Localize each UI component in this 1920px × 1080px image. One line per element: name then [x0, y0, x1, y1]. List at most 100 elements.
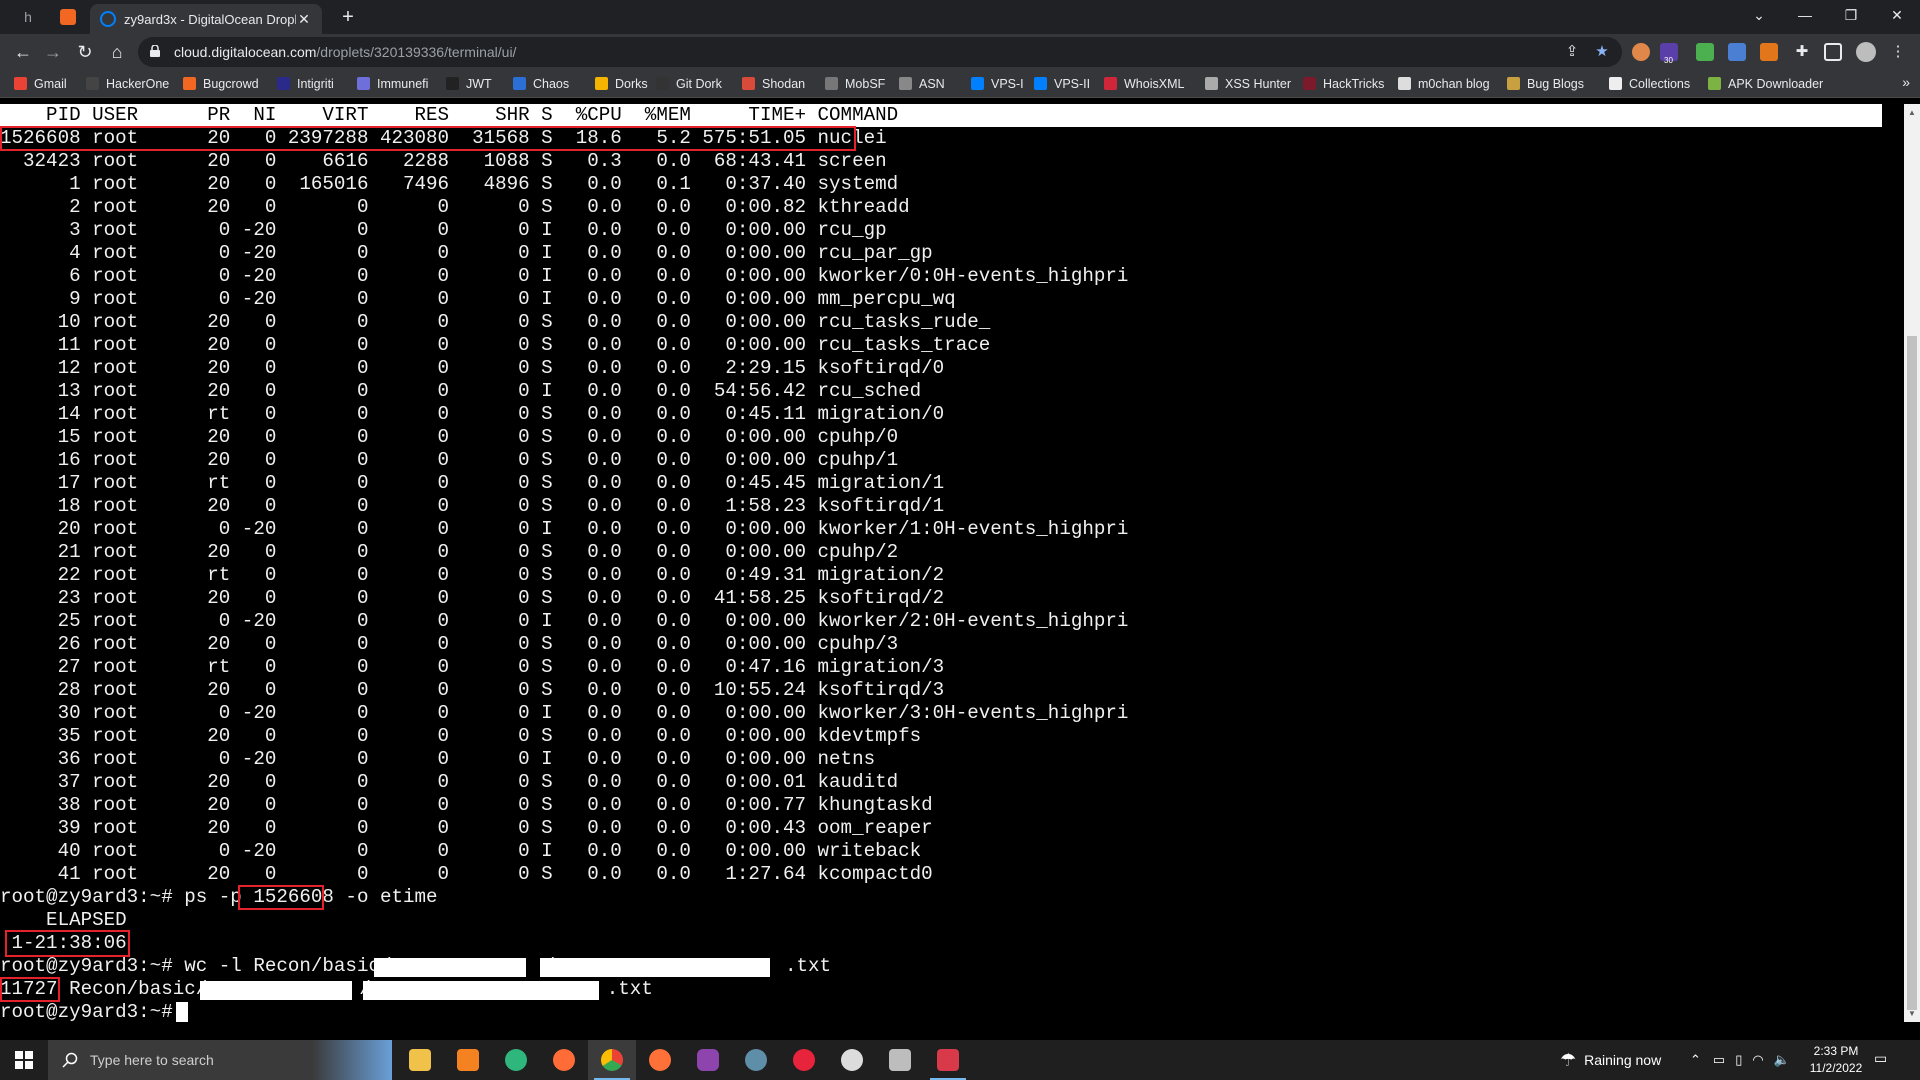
start-button[interactable] — [0, 1040, 48, 1080]
forward-button[interactable]: → — [40, 40, 66, 64]
bookmark-label: WhoisXML — [1124, 76, 1185, 91]
taskbar-chrome[interactable] — [588, 1040, 636, 1080]
bookmark-item[interactable]: Chaos — [513, 70, 569, 97]
new-tab-button[interactable]: + — [336, 6, 360, 30]
send-icon — [505, 1049, 527, 1071]
pinned-tab-bugcrowd[interactable] — [54, 5, 82, 29]
tab-search-button[interactable]: ⌄ — [1736, 0, 1782, 30]
url-host: cloud.digitalocean.com — [174, 44, 317, 60]
menu-kebab-icon[interactable]: ⋮ — [1888, 43, 1908, 61]
terminal[interactable]: PID USER PR NI VIRT RES SHR S %CPU %MEM … — [0, 104, 1904, 1022]
bookmark-label: VPS-I — [991, 76, 1024, 91]
bookmark-icon — [1303, 77, 1316, 90]
bookmark-item[interactable]: VPS-II — [1034, 70, 1090, 97]
bookmark-icon — [446, 77, 459, 90]
taskbar-app-bird[interactable] — [732, 1040, 780, 1080]
taskbar-search[interactable]: Type here to search — [48, 1040, 392, 1080]
minimize-button[interactable]: — — [1782, 0, 1828, 30]
taskbar-app-cube[interactable] — [876, 1040, 924, 1080]
process-row: 4 root 0 -20 0 0 0 I 0.0 0.0 0:00.00 rcu… — [0, 242, 933, 264]
bookmark-item[interactable]: Shodan — [742, 70, 805, 97]
close-tab-icon[interactable]: ✕ — [296, 11, 312, 28]
bookmark-icon — [1104, 77, 1117, 90]
taskbar-app-green[interactable] — [492, 1040, 540, 1080]
bookmark-item[interactable]: Immunefi — [357, 70, 428, 97]
process-row: 36 root 0 -20 0 0 0 I 0.0 0.0 0:00.00 ne… — [0, 748, 876, 770]
weather-widget[interactable]: ☂ Raining now — [1560, 1040, 1661, 1080]
profile-avatar[interactable] — [1856, 42, 1876, 62]
scrollbar-thumb[interactable] — [1907, 336, 1917, 1010]
bookmark-item[interactable]: VPS-I — [971, 70, 1024, 97]
redaction-block — [363, 981, 599, 1000]
bookmark-item[interactable]: Bug Blogs — [1507, 70, 1584, 97]
digitalocean-icon — [100, 11, 116, 27]
clock[interactable]: 2:33 PM 11/2/2022 — [1790, 1043, 1882, 1077]
taskbar-firefox[interactable] — [636, 1040, 684, 1080]
bookmark-item[interactable]: XSS Hunter — [1205, 70, 1291, 97]
terminal-scrollbar[interactable]: ▲ ▼ — [1904, 104, 1920, 1022]
wifi-icon[interactable]: ◠ — [1752, 1052, 1763, 1068]
taskbar-file-explorer[interactable] — [396, 1040, 444, 1080]
network-device-icon[interactable]: ▭ — [1713, 1052, 1725, 1068]
bookmark-item[interactable]: JWT — [446, 70, 492, 97]
taskbar-app-red[interactable] — [780, 1040, 828, 1080]
postman-icon — [553, 1049, 575, 1071]
extension-metamask-icon[interactable] — [1760, 43, 1778, 61]
extension-green-icon[interactable] — [1696, 43, 1714, 61]
bookmark-item[interactable]: Dorks — [595, 70, 648, 97]
side-panel-icon[interactable] — [1824, 43, 1842, 61]
taskbar-app-purple[interactable] — [684, 1040, 732, 1080]
bookmark-item[interactable]: ASN — [899, 70, 945, 97]
bookmark-item[interactable]: HackTricks — [1303, 70, 1384, 97]
notification-icon[interactable]: ▭ — [1874, 1050, 1894, 1070]
scroll-down-icon[interactable]: ▼ — [1908, 1009, 1916, 1018]
bookmarks-overflow-icon[interactable]: » — [1902, 74, 1910, 90]
bookmark-label: Bug Blogs — [1527, 76, 1584, 91]
browser-toolbar: ← → ↻ ⌂ cloud.digitalocean.com/droplets/… — [0, 34, 1920, 70]
back-button[interactable]: ← — [10, 40, 36, 64]
bookmark-label: MobSF — [845, 76, 886, 91]
bookmark-item[interactable]: WhoisXML — [1104, 70, 1184, 97]
address-bar[interactable]: cloud.digitalocean.com/droplets/32013933… — [138, 37, 1622, 67]
bookmark-item[interactable]: HackerOne — [86, 70, 169, 97]
bookmark-item[interactable]: Git Dork — [656, 70, 722, 97]
bookmark-item[interactable]: Bugcrowd — [183, 70, 259, 97]
box-icon — [937, 1049, 959, 1071]
taskbar-app-box[interactable] — [924, 1040, 972, 1080]
reload-button[interactable]: ↻ — [72, 40, 98, 64]
bookmark-item[interactable]: Gmail — [14, 70, 67, 97]
gear-icon — [841, 1049, 863, 1071]
volume-icon[interactable]: 🔈 — [1774, 1052, 1790, 1068]
bookmark-icon — [183, 77, 196, 90]
process-row: 39 root 20 0 0 0 0 S 0.0 0.0 0:00.43 oom… — [0, 817, 933, 839]
close-window-button[interactable]: ✕ — [1874, 0, 1920, 30]
bookmark-item[interactable]: m0chan blog — [1398, 70, 1490, 97]
bookmark-item[interactable]: APK Downloader — [1708, 70, 1823, 97]
bookmark-item[interactable]: MobSF — [825, 70, 885, 97]
extension-badge-icon[interactable]: 30 — [1660, 43, 1678, 65]
bookmark-icon — [595, 77, 608, 90]
taskbar-app-burp[interactable] — [828, 1040, 876, 1080]
taskbar-sublime[interactable] — [444, 1040, 492, 1080]
bookmark-label: Bugcrowd — [203, 76, 259, 91]
extension-translate-icon[interactable] — [1728, 43, 1746, 61]
bookmark-item[interactable]: Collections — [1609, 70, 1690, 97]
maximize-button[interactable]: ❐ — [1828, 0, 1874, 30]
process-row: 38 root 20 0 0 0 0 S 0.0 0.0 0:00.77 khu… — [0, 794, 933, 816]
battery-icon[interactable]: ▯ — [1735, 1052, 1742, 1068]
taskbar-app-orange[interactable] — [540, 1040, 588, 1080]
extensions-puzzle-icon[interactable]: ✚ — [1792, 43, 1812, 61]
home-button[interactable]: ⌂ — [104, 40, 130, 64]
bookmark-item[interactable]: Intigriti — [277, 70, 334, 97]
pinned-tab[interactable]: h — [14, 5, 42, 29]
share-icon[interactable]: ⇪ — [1562, 43, 1582, 61]
bookmark-label: Git Dork — [676, 76, 722, 91]
bookmark-label: Collections — [1629, 76, 1691, 91]
bookmark-star-icon[interactable]: ★ — [1592, 43, 1612, 61]
bookmark-label: Intigriti — [297, 76, 334, 91]
tab-droplet[interactable]: zy9ard3x - DigitalOcean Droplet ✕ — [90, 4, 322, 34]
scroll-up-icon[interactable]: ▲ — [1908, 108, 1916, 117]
bookmark-label: Shodan — [762, 76, 806, 91]
extension-cookie-icon[interactable] — [1632, 43, 1650, 61]
tray-chevron-icon[interactable]: ⌃ — [1690, 1052, 1701, 1068]
